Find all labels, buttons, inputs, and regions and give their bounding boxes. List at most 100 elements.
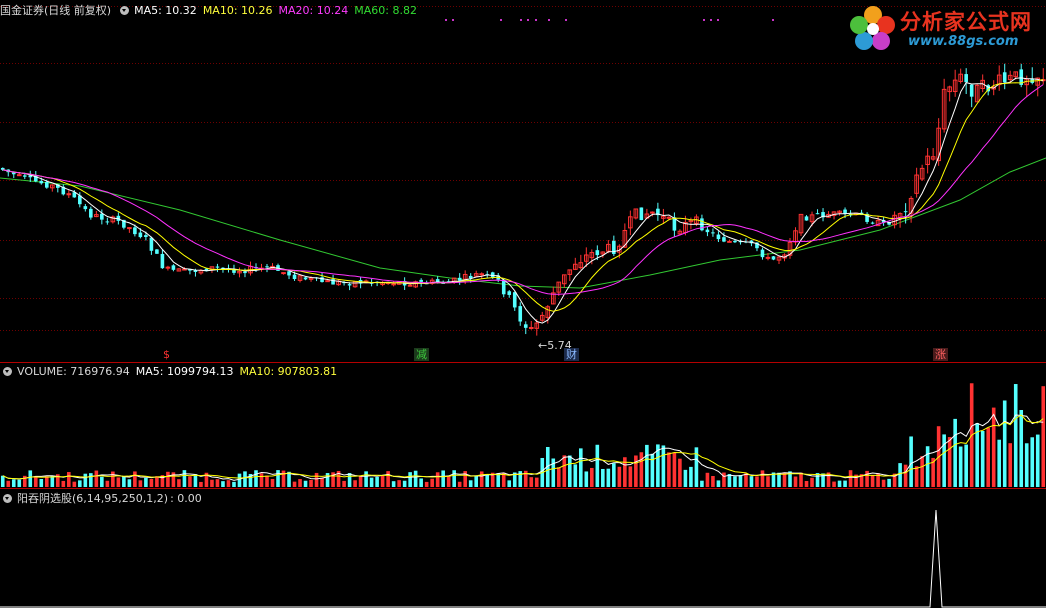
- signal-dot: [535, 19, 537, 21]
- candle: [1019, 63, 1024, 88]
- dropdown-icon[interactable]: [120, 5, 130, 15]
- volume-bar: [127, 479, 132, 487]
- signal-dot: [717, 19, 719, 21]
- volume-bar: [292, 481, 297, 487]
- logo-url: www.88gs.com: [908, 34, 1019, 49]
- volume-bar: [881, 479, 886, 487]
- volume-bar: [639, 452, 644, 487]
- vol-ma5-value: MA5: 1099794.13: [135, 364, 234, 378]
- volume-bar: [441, 470, 445, 487]
- volume-bar: [815, 473, 820, 487]
- signal-marker: 减: [414, 348, 429, 361]
- volume-bar: [793, 476, 798, 487]
- volume-bar: [601, 468, 605, 487]
- volume-bar: [133, 471, 137, 487]
- candle: [672, 212, 677, 238]
- ma60-value: MA60: 8.82: [354, 3, 417, 17]
- candle: [501, 279, 506, 298]
- volume-bar: [661, 445, 666, 487]
- volume-bar: [111, 471, 115, 487]
- candle: [760, 247, 765, 260]
- volume-bar: [579, 448, 583, 487]
- main-title: 国金证券(日线 前复权): [0, 4, 112, 17]
- volume-bar: [595, 444, 600, 487]
- candle: [171, 264, 176, 272]
- indicator-title: 阳吞阴选股(6,14,95,250,1,2): [17, 492, 169, 505]
- ma20-line: [2, 84, 1044, 295]
- volume-bar: [749, 476, 754, 487]
- volume-bar: [61, 480, 66, 487]
- logo-name: 分析家公式网: [900, 9, 1032, 34]
- volume-bar: [155, 476, 159, 487]
- signal-marker: 财: [564, 348, 579, 361]
- candle: [303, 276, 308, 281]
- candle: [528, 320, 534, 330]
- dropdown-icon[interactable]: [3, 366, 12, 376]
- volume-bar: [468, 480, 473, 487]
- logo: 分析家公式网 www.88gs.com: [848, 4, 1038, 54]
- candle: [1040, 68, 1046, 85]
- volume-bar: [408, 472, 412, 487]
- volume-bar: [848, 470, 853, 487]
- candle: [996, 65, 1002, 91]
- volume-bar: [496, 473, 501, 487]
- volume-bar: [457, 481, 462, 487]
- volume-bar: [479, 471, 484, 487]
- volume-bar: [733, 476, 737, 487]
- volume-bar: [760, 470, 765, 487]
- volume-bar: [903, 464, 908, 487]
- candle: [28, 170, 33, 183]
- ma10-value: MA10: 10.26: [202, 3, 273, 17]
- volume-bar: [116, 477, 121, 487]
- candle: [89, 206, 93, 220]
- candle: [550, 286, 556, 305]
- candle: [413, 280, 418, 289]
- volume-bar: [556, 467, 561, 487]
- candle: [165, 265, 171, 271]
- signal-marker: 涨: [933, 348, 948, 361]
- volume-bar: [1013, 384, 1018, 487]
- volume-bar: [39, 479, 44, 487]
- volume-bar: [865, 470, 869, 487]
- volume-bar: [122, 476, 126, 487]
- volume-value: VOLUME: 716976.94: [17, 364, 130, 378]
- volume-bar: [270, 478, 275, 487]
- candle: [919, 164, 925, 181]
- volume-bar: [744, 473, 748, 487]
- volume-bar: [188, 476, 192, 487]
- volume-bar: [182, 470, 187, 487]
- candle: [259, 263, 264, 272]
- price-panel-header: 国金证券(日线 前复权) MA5: 10.32 MA10: 10.26 MA20…: [0, 3, 423, 18]
- volume-bar: [281, 470, 286, 487]
- volume-bar: [419, 478, 423, 487]
- candle: [821, 208, 825, 222]
- candle: [61, 184, 66, 196]
- dropdown-icon[interactable]: [3, 493, 12, 503]
- signal-dot: [452, 19, 454, 21]
- indicator-line: [0, 509, 1046, 608]
- volume-bar: [199, 481, 203, 487]
- candle: [561, 274, 567, 288]
- ma10-line: [2, 79, 1044, 312]
- volume-bar: [144, 477, 148, 487]
- candle: [457, 273, 462, 285]
- candle: [1030, 67, 1035, 85]
- volume-bar: [1024, 443, 1029, 487]
- volume-bar: [452, 470, 456, 487]
- candle: [711, 228, 715, 237]
- volume-bar: [342, 480, 346, 487]
- volume-bar: [237, 473, 242, 487]
- candle: [700, 214, 704, 232]
- candle: [105, 217, 110, 225]
- volume-bar: [210, 479, 214, 487]
- candle: [110, 215, 116, 224]
- volume-bar: [397, 480, 401, 487]
- candle: [83, 203, 88, 212]
- volume-bar: [590, 467, 594, 487]
- volume-bar: [166, 471, 170, 487]
- volume-bar: [1008, 443, 1013, 487]
- candle: [793, 227, 798, 246]
- volume-bar: [683, 469, 688, 487]
- candle: [66, 190, 72, 198]
- volume-bar: [612, 463, 616, 487]
